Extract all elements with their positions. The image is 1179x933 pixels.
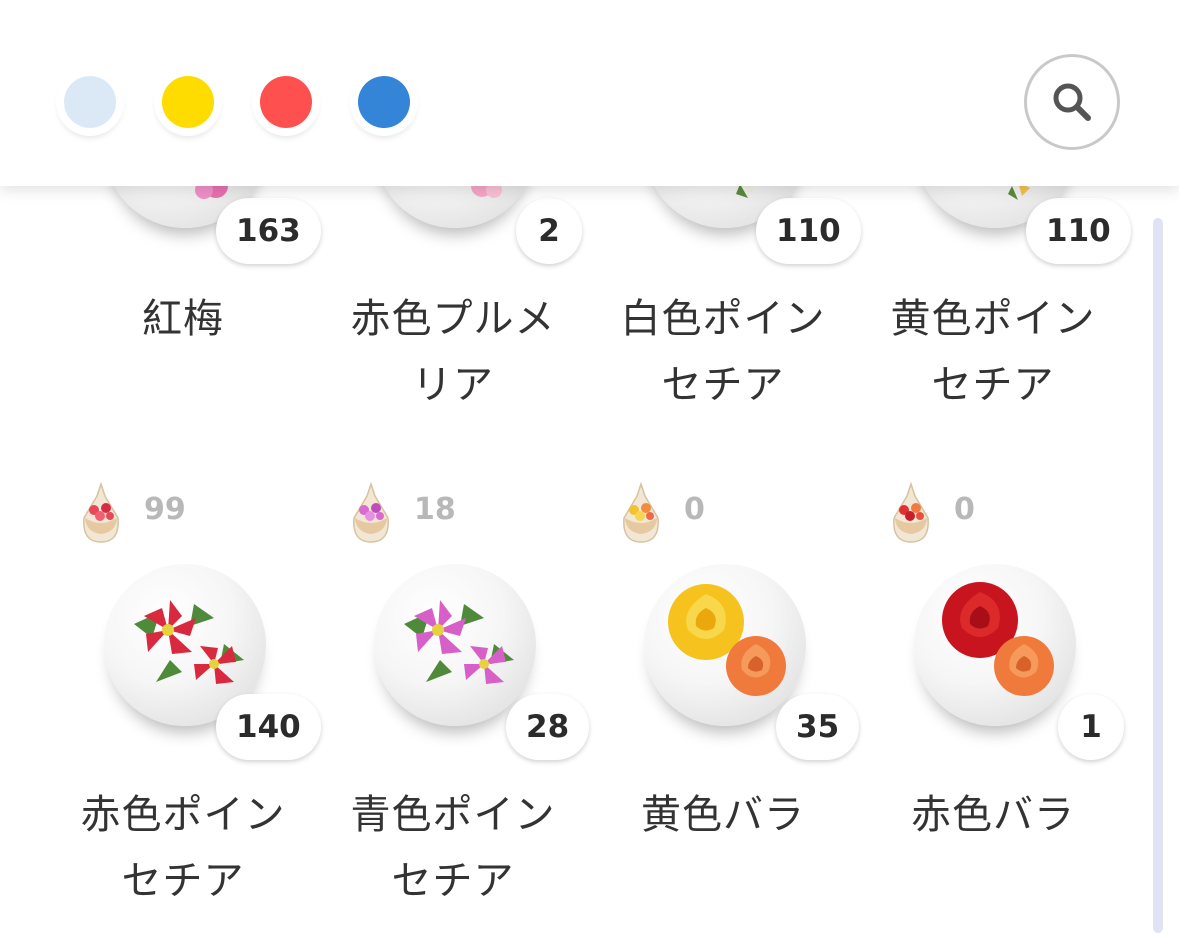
search-icon	[1050, 80, 1094, 124]
count-badge: 163	[216, 198, 321, 264]
count-badge: 28	[506, 694, 590, 760]
flower-name: 赤色バラ	[911, 792, 1075, 838]
stock-count: 99	[144, 492, 186, 527]
color-filter-yellow[interactable]	[162, 76, 214, 128]
scrollbar[interactable]	[1153, 218, 1163, 933]
vase-icon	[888, 480, 934, 544]
color-filter-blue[interactable]	[358, 76, 410, 128]
flower-pearl-image	[914, 564, 1076, 726]
flower-name: 赤色ポインセチア	[80, 792, 286, 904]
vase-icon	[618, 480, 664, 544]
count-badge: 35	[776, 694, 860, 760]
count-badge: 110	[1026, 198, 1131, 264]
stock-count: 0	[684, 492, 705, 527]
vase-icon	[78, 480, 124, 544]
flower-name: 白色ポインセチア	[620, 296, 826, 408]
filter-header	[0, 0, 1179, 186]
flower-pearl-image	[374, 564, 536, 726]
color-filter-red[interactable]	[260, 76, 312, 128]
stock-count: 0	[954, 492, 975, 527]
color-filter-white[interactable]	[64, 76, 116, 128]
flower-name: 黄色ポインセチア	[890, 296, 1096, 408]
flower-name: 赤色プルメリア	[350, 296, 556, 408]
count-badge: 2	[516, 198, 582, 264]
count-badge: 110	[756, 198, 861, 264]
flower-card[interactable]: 99 140 赤色ポインセチア	[48, 470, 321, 930]
flower-card[interactable]: 0 1 赤色バラ	[858, 470, 1128, 930]
vase-icon	[348, 480, 394, 544]
flower-name: 黄色バラ	[641, 792, 805, 838]
stock-count: 18	[414, 492, 456, 527]
flower-name: 青色ポインセチア	[350, 792, 556, 904]
flower-name: 紅梅	[142, 296, 224, 342]
flower-pearl-image	[644, 564, 806, 726]
search-button[interactable]	[1024, 54, 1120, 150]
flower-card[interactable]: 0 35 黄色バラ	[588, 470, 860, 930]
flower-card[interactable]: 18 28 青色ポインセチア	[318, 470, 590, 930]
count-badge: 140	[216, 694, 321, 760]
count-badge: 1	[1058, 694, 1124, 760]
